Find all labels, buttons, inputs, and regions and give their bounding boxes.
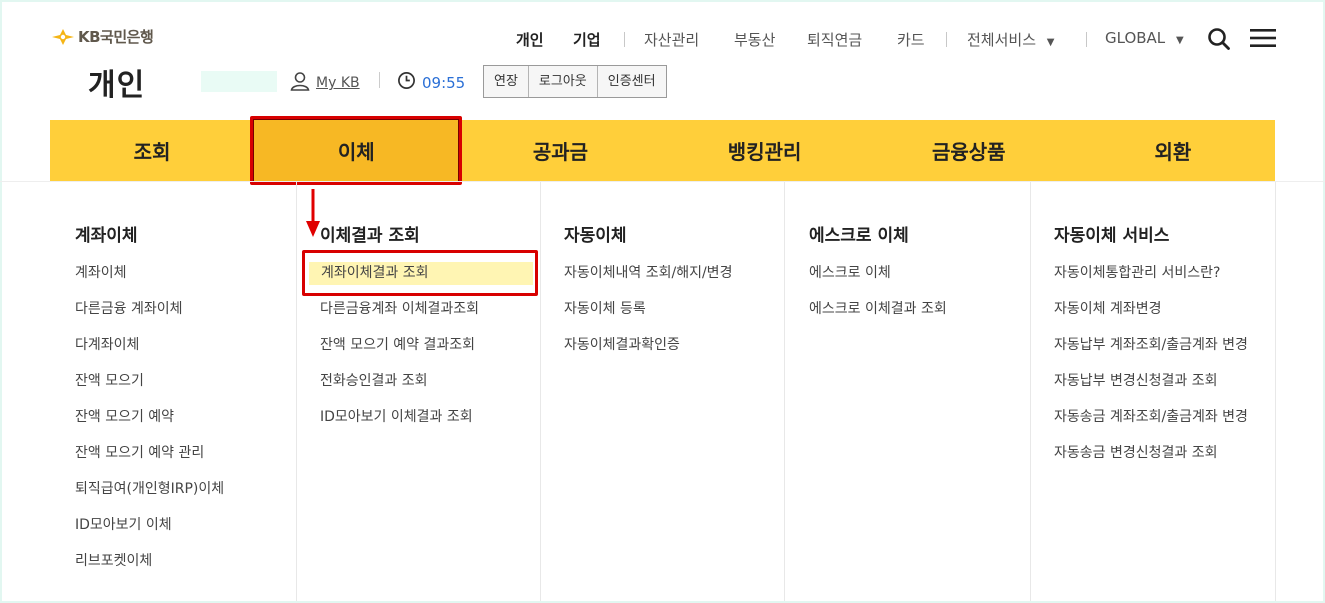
- divider: [379, 72, 380, 88]
- kb-star-icon: [50, 28, 76, 46]
- submenu-column-transfer-results: 이체결과 조회 계좌이체결과 조회 다른금융계좌 이체결과조회 잔액 모으기 예…: [296, 182, 541, 601]
- submenu-column-auto-transfer: 자동이체 자동이체내역 조회/해지/변경 자동이체 등록 자동이체결과확인증: [540, 182, 785, 601]
- submenu-item[interactable]: 에스크로 이체결과 조회: [809, 298, 947, 321]
- logout-button[interactable]: 로그아웃: [527, 66, 597, 97]
- submenu-item[interactable]: 다른금융 계좌이체: [75, 298, 224, 321]
- submenu-item[interactable]: 잔액 모으기 예약 결과조회: [320, 334, 533, 357]
- divider: [624, 32, 625, 47]
- menu-banking-management[interactable]: 뱅킹관리: [663, 120, 867, 181]
- submenu-item[interactable]: 계좌이체: [75, 262, 224, 285]
- submenu-item[interactable]: 잔액 모으기: [75, 370, 224, 393]
- kb-logo-text: KB국민은행: [78, 28, 154, 46]
- submenu-item[interactable]: 리브포켓이체: [75, 550, 224, 573]
- menu-foreign-exchange[interactable]: 외환: [1071, 120, 1275, 181]
- submenu-item[interactable]: 자동이체결과확인증: [564, 334, 732, 357]
- session-time: 09:55: [422, 73, 466, 92]
- submenu-column-escrow: 에스크로 이체 에스크로 이체 에스크로 이체결과 조회: [784, 182, 1031, 601]
- caret-down-icon: ▼: [1175, 35, 1184, 46]
- submenu-item[interactable]: 자동납부 계좌조회/출금계좌 변경: [1054, 334, 1259, 357]
- menu-transfer[interactable]: 이체: [254, 120, 459, 181]
- submenu-item[interactable]: 잔액 모으기 예약: [75, 406, 224, 429]
- nav-all-services-label: 전체서비스: [967, 31, 1037, 49]
- caret-down-icon: ▼: [1046, 37, 1055, 48]
- nav-all-services[interactable]: 전체서비스 ▼: [967, 29, 1055, 50]
- divider: [1086, 32, 1087, 47]
- mykb-label: My KB: [316, 75, 360, 91]
- column-title: 에스크로 이체: [809, 226, 909, 246]
- extend-button[interactable]: 연장: [484, 66, 528, 97]
- submenu-item[interactable]: 자동이체 계좌변경: [1054, 298, 1259, 321]
- submenu-item[interactable]: 자동송금 계좌조회/출금계좌 변경: [1054, 406, 1259, 429]
- column-title: 계좌이체: [75, 226, 138, 246]
- session-timer: 09:55: [397, 71, 465, 94]
- nav-real-estate[interactable]: 부동산: [734, 29, 775, 50]
- nav-business[interactable]: 기업: [573, 29, 601, 50]
- kb-logo[interactable]: KB국민은행: [50, 26, 154, 47]
- mykb-link[interactable]: My KB: [290, 71, 360, 95]
- clock-icon: [397, 71, 416, 94]
- nav-pension[interactable]: 퇴직연금: [807, 29, 862, 50]
- submenu-item[interactable]: 전화승인결과 조회: [320, 370, 533, 393]
- nav-global[interactable]: GLOBAL ▼: [1105, 29, 1184, 47]
- submenu-list: 자동이체통합관리 서비스란? 자동이체 계좌변경 자동납부 계좌조회/출금계좌 …: [1054, 262, 1259, 478]
- submenu-list: 계좌이체 다른금융 계좌이체 다계좌이체 잔액 모으기 잔액 모으기 예약 잔액…: [75, 262, 224, 586]
- submenu-list: 자동이체내역 조회/해지/변경 자동이체 등록 자동이체결과확인증: [564, 262, 732, 370]
- submenu-item[interactable]: 퇴직급여(개인형IRP)이체: [75, 478, 224, 501]
- menu-inquiry[interactable]: 조회: [50, 120, 254, 181]
- divider: [946, 32, 947, 47]
- column-title: 이체결과 조회: [320, 226, 420, 246]
- main-menu-bar: 조회 이체 공과금 뱅킹관리 금융상품 외환: [50, 120, 1275, 181]
- column-title: 자동이체: [564, 226, 627, 246]
- submenu-item[interactable]: ID모아보기 이체결과 조회: [320, 406, 533, 429]
- certification-center-button[interactable]: 인증센터: [596, 66, 666, 97]
- submenu-item[interactable]: 잔액 모으기 예약 관리: [75, 442, 224, 465]
- submenu-item[interactable]: 자동송금 변경신청결과 조회: [1054, 442, 1259, 465]
- submenu-item[interactable]: 자동이체내역 조회/해지/변경: [564, 262, 732, 285]
- nav-asset-management[interactable]: 자산관리: [644, 29, 699, 50]
- session-buttons: 연장 로그아웃 인증센터: [483, 65, 667, 98]
- user-name-box: [201, 71, 277, 92]
- submenu-column-account-transfer: 계좌이체 계좌이체 다른금융 계좌이체 다계좌이체 잔액 모으기 잔액 모으기 …: [50, 182, 296, 601]
- nav-personal[interactable]: 개인: [516, 29, 544, 50]
- submenu-item[interactable]: 자동이체통합관리 서비스란?: [1054, 262, 1259, 285]
- page-title: 개인: [88, 68, 146, 103]
- submenu-list: 에스크로 이체 에스크로 이체결과 조회: [809, 262, 947, 334]
- column-title: 자동이체 서비스: [1054, 226, 1170, 246]
- nav-global-label: GLOBAL: [1105, 29, 1166, 47]
- submenu-column-auto-transfer-service: 자동이체 서비스 자동이체통합관리 서비스란? 자동이체 계좌변경 자동납부 계…: [1030, 182, 1276, 601]
- user-icon: [290, 71, 310, 95]
- submenu-item[interactable]: 자동납부 변경신청결과 조회: [1054, 370, 1259, 393]
- submenu-item[interactable]: 다른금융계좌 이체결과조회: [320, 298, 533, 321]
- menu-financial-products[interactable]: 금융상품: [867, 120, 1071, 181]
- hamburger-menu-icon[interactable]: [1250, 28, 1276, 52]
- submenu-list: 계좌이체결과 조회 다른금융계좌 이체결과조회 잔액 모으기 예약 결과조회 전…: [309, 262, 533, 442]
- nav-card[interactable]: 카드: [897, 29, 925, 50]
- submenu-item[interactable]: 다계좌이체: [75, 334, 224, 357]
- submenu-item[interactable]: 에스크로 이체: [809, 262, 947, 285]
- submenu-item-highlighted[interactable]: 계좌이체결과 조회: [309, 262, 533, 285]
- search-icon[interactable]: [1207, 27, 1231, 55]
- menu-utility-bills[interactable]: 공과금: [458, 120, 662, 181]
- submenu-item[interactable]: ID모아보기 이체: [75, 514, 224, 537]
- submenu-item[interactable]: 자동이체 등록: [564, 298, 732, 321]
